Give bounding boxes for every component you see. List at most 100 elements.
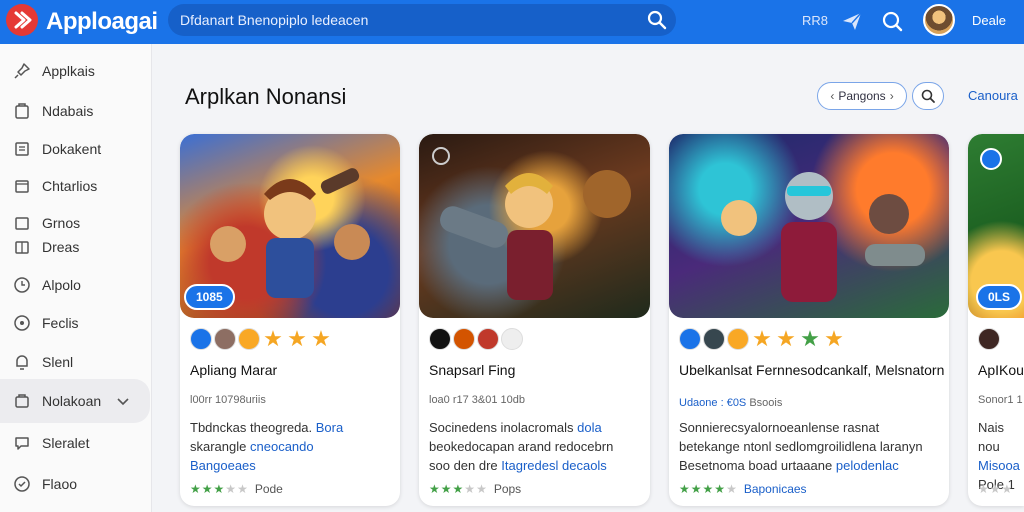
card-description: Socinedens inolacromals dola beokedocapa… [429,420,614,473]
card-rating: ★ ★ ★ [978,482,1012,496]
app-icon [453,328,475,350]
card-rating: ★ ★ ★ ★ ★ Pode [190,482,283,496]
search-button[interactable] [912,82,944,110]
app-icon [679,328,701,350]
card-image [669,134,949,318]
app-icon [214,328,236,350]
sidebar-item-label: Dokakent [42,141,102,157]
list-icon [15,241,29,254]
header-label[interactable]: RR8 [802,13,828,28]
app-icon [190,328,212,350]
avatar[interactable] [923,4,955,36]
search-icon[interactable] [880,9,904,33]
star-icon: ★ [824,326,844,351]
sidebar-item-label: Chtarlios [42,178,98,194]
card-title[interactable]: Ubelkanlsat Fernnesodcankalf, Melsnatorn [679,362,944,378]
app-icon [238,328,260,350]
card-meta: l00rr 10798uriis [190,394,266,406]
star-icon: ★ [263,326,283,351]
paper-plane-icon[interactable] [840,9,864,33]
card-description: Tbdnckas theogreda. Bora skarangle cneoc… [190,420,344,473]
star-icon: ★ [237,482,248,496]
app-icon [727,328,749,350]
star-icon: ★ [714,482,726,496]
chevron-down-icon[interactable] [116,394,130,408]
star-icon: ★ [201,482,213,496]
sidebar-item-label: Sleralet [42,435,90,451]
sidebar-item-feclis[interactable]: Feclis [0,308,150,338]
shield-icon [14,476,30,492]
star-icon: ★ [225,482,237,496]
sidebar-item-label: Nolakoan [42,393,102,409]
app-icon [477,328,499,350]
sidebar-item-chtarlios[interactable]: Chtarlios [0,171,150,201]
filter-button[interactable]: ‹ Pangons › [817,82,907,110]
app-card[interactable]: 1085 ★ ★ ★ Apliang Marar l00rr 10798urii… [180,134,400,506]
sidebar-item-sleralet[interactable]: Sleralet [0,428,150,458]
sidebar-item-nolakoan[interactable]: Nolakoan [0,379,150,423]
search-icon[interactable] [646,9,668,31]
star-icon: ★ [440,482,452,496]
sidebar-item-label: Slenl [42,354,74,370]
sidebar-item-ndabais[interactable]: Ndabais [0,96,150,126]
search-input[interactable] [180,11,630,29]
sidebar: Applkais Ndabais Dokakent Chtarlios Grno… [0,44,152,512]
sidebar-item-dokakent[interactable]: Dokakent [0,134,150,164]
card-description: Sonnierecsyalornoeanlense rasnat betekan… [679,420,923,473]
star-icon: ★ [776,326,796,351]
star-icon: ★ [429,482,440,496]
pin-icon [14,63,30,79]
rating-text: Baponicaes [743,482,807,496]
card-meta: loa0 r17 3&01 10db [429,394,526,406]
folder-icon [15,103,29,119]
star-icon: ★ [287,326,307,351]
chat-icon [15,437,29,450]
sidebar-item-label: Ndabais [42,103,94,119]
card-title[interactable]: Snapsarl Fing [429,362,515,378]
sidebar-item-label: Feclis [42,315,79,331]
star-icon: ★ [464,482,476,496]
star-icon: ★ [989,482,1001,496]
grid-icon [15,217,29,230]
app-card[interactable]: ★ ★ ★ ★ Ubelkanlsat Fernnesodcankalf, Me… [669,134,949,506]
card-title[interactable]: ApIKou [978,362,1024,378]
card-icon-row [978,328,1000,352]
card-meta: Sonor1 1 [978,394,1023,406]
circle-icon [14,315,30,331]
bag-icon [15,394,29,408]
star-icon: ★ [213,482,225,496]
sidebar-item-flaoo[interactable]: Flaoo [0,469,150,499]
top-bar: Apploagai RR8 Deale [0,0,1024,44]
sidebar-item-slenl[interactable]: Slenl [0,347,150,377]
star-icon: ★ [190,482,201,496]
card-badge: 0LS [976,284,1023,310]
clock-icon [14,277,30,293]
star-icon: ★ [702,482,714,496]
app-card[interactable]: 0LS ApIKou Sonor1 1 Nais nou Misooa Pole… [968,134,1024,506]
sidebar-item-label: Grnos [42,215,81,231]
app-icon [978,328,1000,350]
sidebar-item-label: Dreas [42,239,80,255]
app-logo[interactable] [6,4,38,36]
search-icon [921,89,935,103]
sidebar-item-dreas[interactable]: Dreas [0,232,150,262]
star-icon: ★ [679,482,690,496]
card-image: 0LS [968,134,1024,318]
sidebar-item-alpolo[interactable]: Alpolo [0,270,150,300]
card-image: 1085 [180,134,400,318]
card-title[interactable]: Apliang Marar [190,362,277,378]
user-name[interactable]: Deale [972,13,1006,28]
star-icon: ★ [978,482,989,496]
page-title: Arplkan Nonansi [185,84,347,109]
star-icon: ★ [476,482,487,496]
star-icon: ★ [452,482,464,496]
app-card[interactable]: Snapsarl Fing loa0 r17 3&01 10db Socined… [419,134,650,506]
card-icon-row: ★ ★ ★ ★ [679,328,845,352]
sidebar-item-label: Flaoo [42,476,78,492]
more-link[interactable]: Canoura [968,88,1018,103]
chevron-right-icon: › [889,89,894,103]
card-meta: Udaone : €0S Bsoois [679,397,783,409]
star-icon: ★ [800,326,820,351]
search-bar [168,4,676,36]
sidebar-item-applkais[interactable]: Applkais [0,56,150,86]
